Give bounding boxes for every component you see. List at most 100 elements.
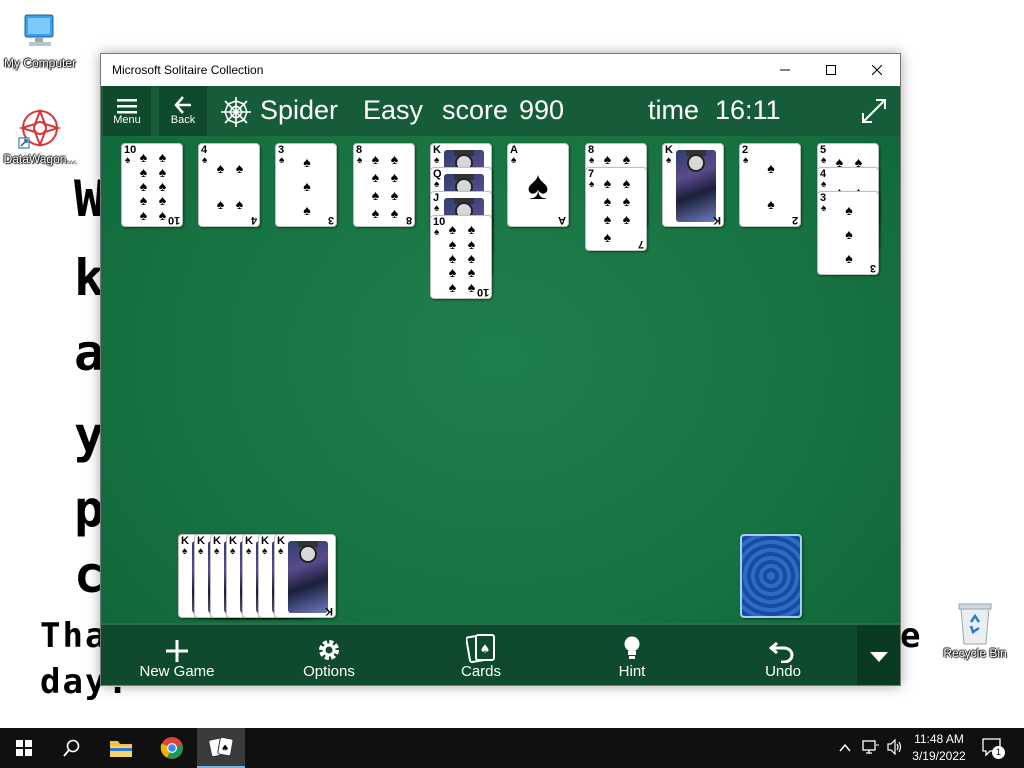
tableau-card[interactable]: A ♠ ♠ A	[507, 143, 569, 227]
solitaire-cards-icon: ♠	[208, 736, 234, 758]
maximize-icon	[826, 65, 836, 75]
card-pips: ♠ ♠ ♠ ♠ ♠ ♠ ♠ ♠ ♠ ♠	[448, 221, 476, 295]
hint-button[interactable]: Hint	[582, 625, 682, 685]
tableau-card[interactable]: K♠K	[662, 143, 724, 227]
options-label: Options	[303, 663, 355, 680]
taskbar-solitaire[interactable]: ♠	[197, 728, 245, 768]
desktop-icon-my-computer[interactable]: My Computer	[0, 10, 80, 70]
chevron-up-icon	[839, 743, 851, 752]
desktop-icon-label: Recycle Bin	[943, 646, 1007, 660]
card-pips: ♠ ♠ ♠	[845, 202, 853, 266]
wallpaper-text-8: e	[900, 616, 923, 656]
card-suit: ♠	[262, 546, 268, 557]
clock-date[interactable]: 3/19/2022	[904, 749, 974, 763]
search-icon	[63, 739, 80, 757]
back-button[interactable]: Back	[159, 86, 207, 136]
card-suit: ♠	[182, 546, 188, 557]
card-suit: ♠	[589, 179, 595, 190]
card-rank-bottom: K	[713, 214, 721, 226]
new-game-button[interactable]: New Game	[127, 625, 227, 685]
svg-text:♠: ♠	[480, 642, 491, 656]
plus-icon	[127, 625, 227, 663]
back-label: Back	[170, 114, 196, 126]
card-suit: ♠	[202, 155, 208, 166]
chrome-icon	[160, 737, 183, 759]
card-suit: ♠	[434, 155, 440, 166]
time-label: time	[648, 95, 700, 125]
stock-pile[interactable]	[740, 534, 802, 618]
tableau-card[interactable]: 10 ♠ ♠ ♠ ♠ ♠ ♠ ♠ ♠ ♠ ♠ ♠ 10	[121, 143, 183, 227]
start-button[interactable]	[0, 728, 48, 768]
network-button[interactable]	[862, 739, 880, 759]
tableau-card[interactable]: 8♠♠♠♠♠♠♠♠♠8	[353, 143, 415, 227]
card-suit: ♠	[434, 179, 440, 190]
fullscreen-button[interactable]	[861, 98, 887, 128]
title-bar[interactable]: Microsoft Solitaire Collection	[101, 54, 900, 86]
svg-text:♠: ♠	[221, 744, 229, 754]
notification-center-button[interactable]: 1	[982, 738, 1005, 762]
cards-label: Cards	[460, 663, 501, 680]
card-suit: ♠	[214, 546, 220, 557]
desktop-icon-datawagon[interactable]: DataWagon...	[0, 106, 80, 166]
card-suit: ♠	[666, 155, 672, 166]
completed-run-card[interactable]: K♠K	[274, 534, 336, 618]
hint-label: Hint	[618, 663, 646, 680]
tableau-card[interactable]: 7 ♠ ♠ ♠ ♠ ♠ ♠ ♠ ♠ 7	[585, 167, 647, 251]
tableau-card[interactable]: 2 ♠ ♠ ♠ 2	[739, 143, 801, 227]
card-rank-bottom: 4	[250, 214, 257, 226]
chevron-down-icon	[869, 651, 888, 662]
face-card-art	[288, 541, 328, 613]
card-suit: ♠	[821, 155, 827, 166]
tableau-card[interactable]: 4♠♠♠♠♠4	[198, 143, 260, 227]
game-bottom-bar: New Game Options ♠ Cards Hint Undo	[101, 623, 900, 685]
minimize-button[interactable]	[762, 54, 808, 86]
card-rank-bottom: 10	[167, 214, 180, 226]
desktop-icon-label: DataWagon...	[3, 152, 77, 166]
game-top-bar: Menu Back Spider Easy score 990 time 16:…	[101, 86, 900, 136]
clock-time[interactable]: 11:48 AM	[904, 732, 974, 746]
computer-icon	[0, 10, 80, 56]
undo-button[interactable]: Undo	[733, 625, 833, 685]
undo-label: Undo	[765, 663, 801, 680]
datawagon-icon	[0, 106, 80, 152]
card-suit: ♠	[589, 155, 595, 166]
minimize-icon	[780, 69, 790, 71]
recycle-bin-icon	[935, 600, 1015, 646]
card-suit: ♠	[125, 155, 131, 166]
card-pips: ♠ ♠ ♠ ♠ ♠ ♠ ♠	[603, 175, 631, 245]
card-rank-bottom: 2	[791, 214, 798, 226]
wallpaper-text-7: Tha	[40, 616, 108, 656]
card-pips: ♠ ♠ ♠ ♠ ♠ ♠ ♠ ♠ ♠ ♠	[139, 149, 167, 223]
notification-badge: 1	[992, 746, 1005, 759]
card-rank-bottom: 10	[476, 286, 489, 298]
menu-button[interactable]: Menu	[103, 86, 151, 136]
show-hidden-icons-button[interactable]	[838, 740, 852, 759]
maximize-button[interactable]	[808, 54, 854, 86]
card-rank-bottom: A	[558, 214, 566, 226]
cards-icon: ♠	[431, 625, 531, 663]
card-suit: ♠	[434, 203, 440, 214]
tableau-card[interactable]: 10 ♠ ♠ ♠ ♠ ♠ ♠ ♠ ♠ ♠ ♠ ♠ 10	[430, 215, 492, 299]
new-game-label: New Game	[139, 663, 215, 680]
cards-button[interactable]: ♠ Cards	[431, 625, 531, 685]
taskbar-file-explorer[interactable]	[97, 728, 145, 768]
time-value: 16:11	[715, 95, 781, 125]
search-button[interactable]	[48, 728, 96, 768]
speaker-icon	[887, 738, 902, 756]
tableau-card[interactable]: 3 ♠ ♠ ♠ ♠ 3	[817, 191, 879, 275]
card-suit: ♠	[230, 546, 236, 557]
tableau-card[interactable]: 3 ♠ ♠ ♠ ♠ 3	[275, 143, 337, 227]
card-suit: ♠	[246, 546, 252, 557]
options-button[interactable]: Options	[279, 625, 379, 685]
card-rank-bottom: 8	[405, 214, 412, 226]
desktop-icon-recycle-bin[interactable]: Recycle Bin	[935, 600, 1015, 660]
close-button[interactable]	[854, 54, 900, 86]
folder-icon	[110, 741, 132, 757]
card-rank-bottom: 3	[327, 214, 334, 226]
card-suit: ♠	[279, 155, 285, 166]
taskbar-chrome[interactable]	[148, 728, 196, 768]
card-rank-bottom: 3	[869, 262, 876, 274]
expand-toolbar-button[interactable]	[857, 625, 900, 685]
network-icon	[862, 740, 879, 754]
volume-button[interactable]	[886, 738, 904, 759]
